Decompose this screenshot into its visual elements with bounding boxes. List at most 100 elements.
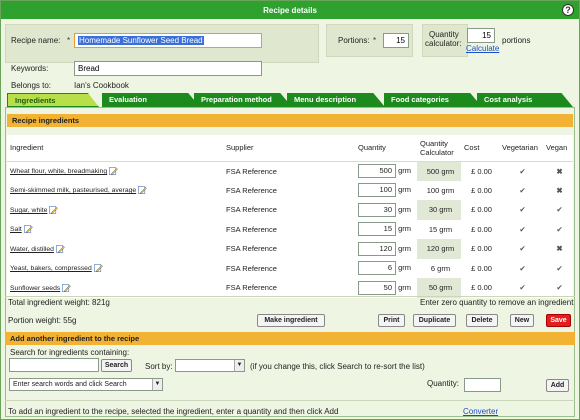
zero-quantity-hint: Enter zero quantity to remove an ingredi…	[420, 298, 574, 307]
pencil-edit-icon[interactable]	[109, 166, 118, 176]
sort-by-dropdown[interactable]: ▼	[175, 359, 245, 372]
cross-icon: ✖	[543, 180, 573, 200]
quantity-input[interactable]: 50	[358, 280, 396, 295]
check-icon: ✔	[556, 283, 563, 293]
ingredient-name-link[interactable]: Yeast, bakers, compressed	[10, 265, 92, 272]
cross-icon: ✖	[556, 244, 563, 254]
quantity-input[interactable]: 30	[358, 202, 396, 217]
check-icon: ✔	[519, 244, 526, 254]
quantity-input[interactable]: 15	[358, 222, 396, 237]
portions-input[interactable]	[383, 33, 409, 48]
quantity-calc-cell: 500 grm	[417, 161, 461, 181]
make-ingredient-button[interactable]: Make ingredient	[257, 314, 325, 327]
recipe-details-window: Recipe details ? Recipe name: * Homemade…	[0, 0, 580, 420]
ingredient-cell: Wheat flour, white, breadmaking	[7, 161, 223, 181]
ingredient-name-link[interactable]: Wheat flour, white, breadmaking	[10, 168, 107, 175]
supplier-cell: FSA Reference	[226, 283, 277, 293]
search-results-dropdown[interactable]: Enter search words and click Search ▼	[9, 378, 163, 391]
tab-preparation-method[interactable]: Preparation method	[194, 93, 292, 107]
tab-ingredients[interactable]: Ingredients	[7, 93, 99, 107]
qcalc-label-1: Quantity	[429, 30, 459, 39]
quantity-input[interactable]: 100	[358, 183, 396, 198]
cost-cell: £ 0.00	[471, 205, 492, 215]
ingredient-row: Sugar, white FSA Reference 30 grm 30 grm £ 0…	[7, 200, 573, 220]
print-button[interactable]: Print	[378, 314, 405, 327]
ingredient-cell: Sugar, white	[7, 200, 223, 220]
qcalc-unit: portions	[502, 36, 531, 45]
keywords-input[interactable]	[74, 61, 262, 76]
check-icon: ✔	[543, 258, 573, 278]
quantity-calc-cell: 15 grm	[417, 219, 461, 239]
tab-cost-analysis[interactable]: Cost analysis	[477, 93, 573, 107]
pencil-edit-icon[interactable]	[62, 283, 72, 293]
total-weight: Total ingredient weight: 821g	[8, 298, 110, 307]
check-icon: ✔	[519, 205, 526, 215]
col-vegan: Vegan	[543, 135, 573, 162]
supplier-cell: FSA Reference	[223, 180, 355, 200]
portions-label: Portions:	[338, 36, 370, 45]
pencil-edit-icon[interactable]	[138, 186, 148, 195]
duplicate-button[interactable]: Duplicate	[413, 314, 456, 327]
check-icon: ✔	[499, 180, 543, 200]
recipe-name-input[interactable]: Homemade Sunflower Seed Bread	[74, 33, 262, 48]
calculate-link[interactable]: Calculate	[466, 44, 499, 53]
converter-link[interactable]: Converter	[463, 407, 498, 416]
pencil-edit-icon[interactable]	[56, 244, 65, 254]
quantity-input[interactable]: 6	[358, 261, 396, 276]
search-button[interactable]: Search	[101, 359, 132, 372]
check-icon: ✔	[519, 166, 526, 176]
add-instructions: To add an ingredient to the recipe, sele…	[8, 407, 339, 416]
delete-button[interactable]: Delete	[466, 314, 498, 327]
check-icon: ✔	[543, 219, 573, 239]
ingredient-name-link[interactable]: Semi-skimmed milk, pasteurised, average	[10, 187, 136, 194]
quantity-unit: grm	[398, 204, 412, 214]
portion-weight: Portion weight: 55g	[8, 316, 77, 325]
add-quantity-input[interactable]	[464, 378, 501, 392]
ingredient-name-link[interactable]: Sugar, white	[10, 207, 47, 214]
ingredient-cell: Salt	[7, 219, 223, 239]
quantity-cell: 100 grm	[355, 180, 417, 200]
pencil-edit-icon[interactable]	[93, 264, 103, 273]
ingredient-cell: Yeast, bakers, compressed	[7, 258, 223, 278]
pencil-edit-icon[interactable]	[23, 225, 33, 234]
divider	[5, 400, 575, 401]
divider	[5, 296, 575, 297]
qcalc-label-2: calculator:	[425, 39, 462, 48]
cost-cell: £ 0.00	[471, 244, 492, 254]
keywords-label: Keywords:	[11, 64, 49, 73]
tab-evaluation[interactable]: Evaluation	[102, 93, 200, 107]
ingredient-name-link[interactable]: Water, distilled	[10, 246, 54, 253]
qcalc-input[interactable]	[467, 28, 495, 43]
check-icon: ✔	[499, 219, 543, 239]
save-button[interactable]: Save	[546, 314, 571, 327]
col-quantity: Quantity	[355, 135, 417, 162]
quantity-cell: 50 grm	[355, 278, 417, 298]
ingredient-row: Sunflower seeds FSA Reference 50 grm 50 grm…	[7, 278, 573, 298]
tab-food-categories[interactable]: Food categories	[384, 93, 482, 107]
window-title: Recipe details	[263, 5, 317, 15]
sort-by-label: Sort by:	[145, 362, 173, 371]
supplier-cell: FSA Reference	[226, 166, 277, 176]
quantity-input[interactable]: 500	[358, 164, 396, 178]
new-button[interactable]: New	[510, 314, 534, 327]
ingredient-name-link[interactable]: Sunflower seeds	[10, 285, 60, 292]
help-icon[interactable]: ?	[562, 4, 574, 16]
search-input[interactable]	[9, 358, 99, 372]
ingredients-table-body: Wheat flour, white, breadmaking FSA Refer…	[7, 161, 573, 298]
ingredient-cell: Semi-skimmed milk, pasteurised, average	[7, 180, 223, 200]
sort-hint: (if you change this, click Search to re-…	[250, 362, 425, 371]
check-icon: ✔	[556, 205, 563, 215]
quantity-unit: grm	[398, 166, 412, 175]
quantity-input[interactable]: 120	[358, 241, 396, 256]
belongs-to-label: Belongs to:	[11, 81, 52, 90]
add-button[interactable]: Add	[546, 379, 569, 392]
portions-required-mark: *	[373, 36, 377, 45]
tab-menu-description[interactable]: Menu description	[287, 93, 385, 107]
ingredient-name-link[interactable]: Salt	[10, 226, 22, 233]
supplier-cell: FSA Reference	[226, 244, 277, 254]
supplier-cell: FSA Reference	[223, 219, 355, 239]
quantity-unit: grm	[398, 185, 412, 195]
ingredient-row: Water, distilled FSA Reference 120 grm 120 …	[7, 239, 573, 259]
quantity-cell: 15 grm	[355, 219, 417, 239]
pencil-edit-icon[interactable]	[49, 205, 59, 215]
